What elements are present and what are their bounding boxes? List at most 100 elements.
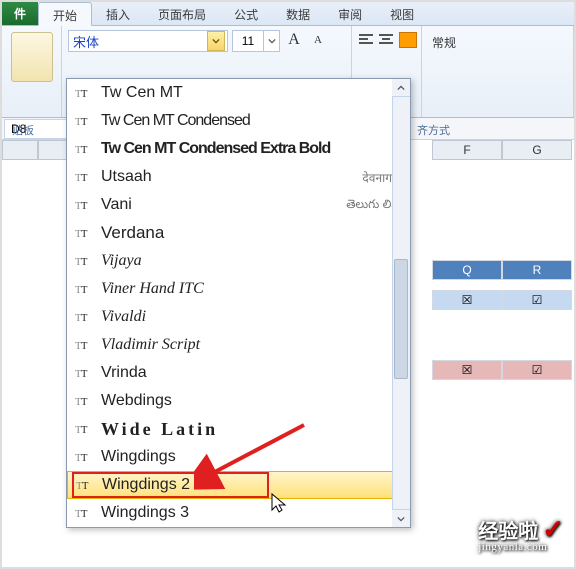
- check-icon: ✓: [542, 515, 564, 544]
- svg-text:T: T: [81, 117, 88, 128]
- fill-color-button[interactable]: [398, 30, 418, 50]
- font-item[interactable]: TTVaniతెలుగు లిపి: [67, 191, 410, 219]
- font-item-name: Verdana: [101, 223, 164, 243]
- font-item[interactable]: TTWingdings 3: [67, 499, 410, 527]
- truetype-icon: TT: [75, 86, 93, 100]
- column-header-G[interactable]: G: [502, 140, 572, 160]
- font-item-name: Wingdings: [101, 448, 176, 466]
- truetype-icon: TT: [76, 478, 94, 492]
- font-dropdown-list[interactable]: TTTw Cen MTTTTw Cen MT CondensedTTTw Cen…: [66, 78, 411, 528]
- cell-blue-x[interactable]: ☒: [432, 290, 502, 310]
- font-item[interactable]: TTVivaldi: [67, 303, 410, 331]
- svg-text:T: T: [81, 397, 88, 408]
- group-number: 常规: [422, 26, 574, 117]
- font-item-name: Wingdings 3: [101, 504, 189, 522]
- truetype-icon: TT: [75, 310, 93, 324]
- column-header-F[interactable]: F: [432, 140, 502, 160]
- font-item[interactable]: TTWide Latin: [67, 415, 410, 443]
- svg-text:T: T: [81, 341, 88, 352]
- font-size-input[interactable]: [233, 31, 263, 51]
- font-item[interactable]: TTWingdings 2: [67, 471, 410, 499]
- font-item[interactable]: TTVijaya: [67, 247, 410, 275]
- number-format-combo[interactable]: 常规: [428, 30, 567, 55]
- chevron-down-icon: [212, 37, 220, 45]
- truetype-icon: TT: [75, 422, 93, 436]
- font-item-name: Vani: [101, 196, 132, 214]
- select-all-corner[interactable]: [2, 140, 38, 160]
- font-item[interactable]: TTUtsaahदेवनागरी: [67, 163, 410, 191]
- svg-text:T: T: [81, 173, 88, 184]
- tab-pagelayout[interactable]: 页面布局: [144, 2, 220, 25]
- font-item[interactable]: TT Vrinda: [67, 359, 410, 387]
- font-size-combo[interactable]: [232, 30, 280, 52]
- svg-text:T: T: [82, 481, 89, 492]
- scroll-up-button[interactable]: [392, 79, 410, 97]
- tab-insert[interactable]: 插入: [92, 2, 144, 25]
- font-item[interactable]: TT Verdana: [67, 219, 410, 247]
- svg-text:T: T: [81, 313, 88, 324]
- cell-red-check[interactable]: ☑: [502, 360, 572, 380]
- tab-data[interactable]: 数据: [272, 2, 324, 25]
- tab-home[interactable]: 开始: [38, 2, 92, 26]
- tab-view[interactable]: 视图: [376, 2, 428, 25]
- font-item-name: Vrinda: [101, 364, 147, 382]
- shrink-font-icon: A: [314, 34, 322, 46]
- watermark-text: 经验啦: [478, 521, 538, 543]
- group-clipboard-label: 贴板: [12, 122, 34, 138]
- font-name-input[interactable]: [69, 33, 207, 49]
- font-size-dropdown-button[interactable]: [263, 31, 279, 51]
- font-item[interactable]: TT Tw Cen MT Condensed Extra Bold: [67, 135, 410, 163]
- font-item-name: Viner Hand ITC: [101, 280, 204, 298]
- align-center-icon: [379, 34, 393, 46]
- align-left-icon: [359, 34, 373, 46]
- paste-button[interactable]: [11, 32, 53, 82]
- truetype-icon: TT: [75, 394, 93, 408]
- scroll-down-button[interactable]: [392, 509, 410, 527]
- font-name-combo[interactable]: [68, 30, 228, 52]
- align-left-button[interactable]: [358, 30, 374, 50]
- cell-header-R[interactable]: R: [502, 260, 572, 280]
- truetype-icon: TT: [75, 170, 93, 184]
- svg-text:T: T: [81, 285, 88, 296]
- chevron-down-icon: [397, 515, 405, 523]
- tab-file[interactable]: 件: [2, 2, 38, 25]
- truetype-icon: TT: [75, 198, 93, 212]
- watermark: 经验啦✓ jingyanla.com: [478, 515, 564, 553]
- shrink-font-button[interactable]: A: [308, 30, 328, 50]
- font-item[interactable]: TTViner Hand ITC: [67, 275, 410, 303]
- font-item[interactable]: TT Wingdings: [67, 443, 410, 471]
- truetype-icon: TT: [75, 366, 93, 380]
- svg-text:T: T: [81, 257, 88, 268]
- truetype-icon: TT: [75, 450, 93, 464]
- svg-text:T: T: [81, 425, 88, 436]
- group-clipboard: [2, 26, 62, 117]
- chevron-down-icon: [268, 37, 276, 45]
- font-item[interactable]: TTTw Cen MT Condensed: [67, 107, 410, 135]
- svg-text:T: T: [81, 145, 88, 156]
- chevron-up-icon: [397, 84, 405, 92]
- truetype-icon: TT: [75, 338, 93, 352]
- truetype-icon: TT: [75, 142, 93, 156]
- tab-review[interactable]: 审阅: [324, 2, 376, 25]
- cell-header-Q[interactable]: Q: [432, 260, 502, 280]
- tab-formulas[interactable]: 公式: [220, 2, 272, 25]
- cell-blue-check[interactable]: ☑: [502, 290, 572, 310]
- align-center-button[interactable]: [378, 30, 394, 50]
- scroll-thumb[interactable]: [394, 259, 408, 379]
- scrollbar[interactable]: [392, 79, 410, 527]
- svg-text:T: T: [81, 89, 88, 100]
- font-item-name: Vladimir Script: [101, 336, 200, 354]
- group-alignment-label: 齐方式: [417, 122, 450, 138]
- svg-text:T: T: [81, 369, 88, 380]
- font-item-name: Tw Cen MT Condensed Extra Bold: [101, 140, 330, 158]
- font-item[interactable]: TT Vladimir Script: [67, 331, 410, 359]
- font-name-dropdown-button[interactable]: [207, 31, 225, 51]
- font-item-name: Tw Cen MT: [101, 84, 183, 102]
- truetype-icon: TT: [75, 226, 93, 240]
- grow-font-button[interactable]: A: [284, 30, 304, 50]
- cell-red-x[interactable]: ☒: [432, 360, 502, 380]
- font-item[interactable]: TT Tw Cen MT: [67, 79, 410, 107]
- font-item-name: Vijaya: [101, 252, 142, 270]
- truetype-icon: TT: [75, 114, 93, 128]
- font-item[interactable]: TTWebdings: [67, 387, 410, 415]
